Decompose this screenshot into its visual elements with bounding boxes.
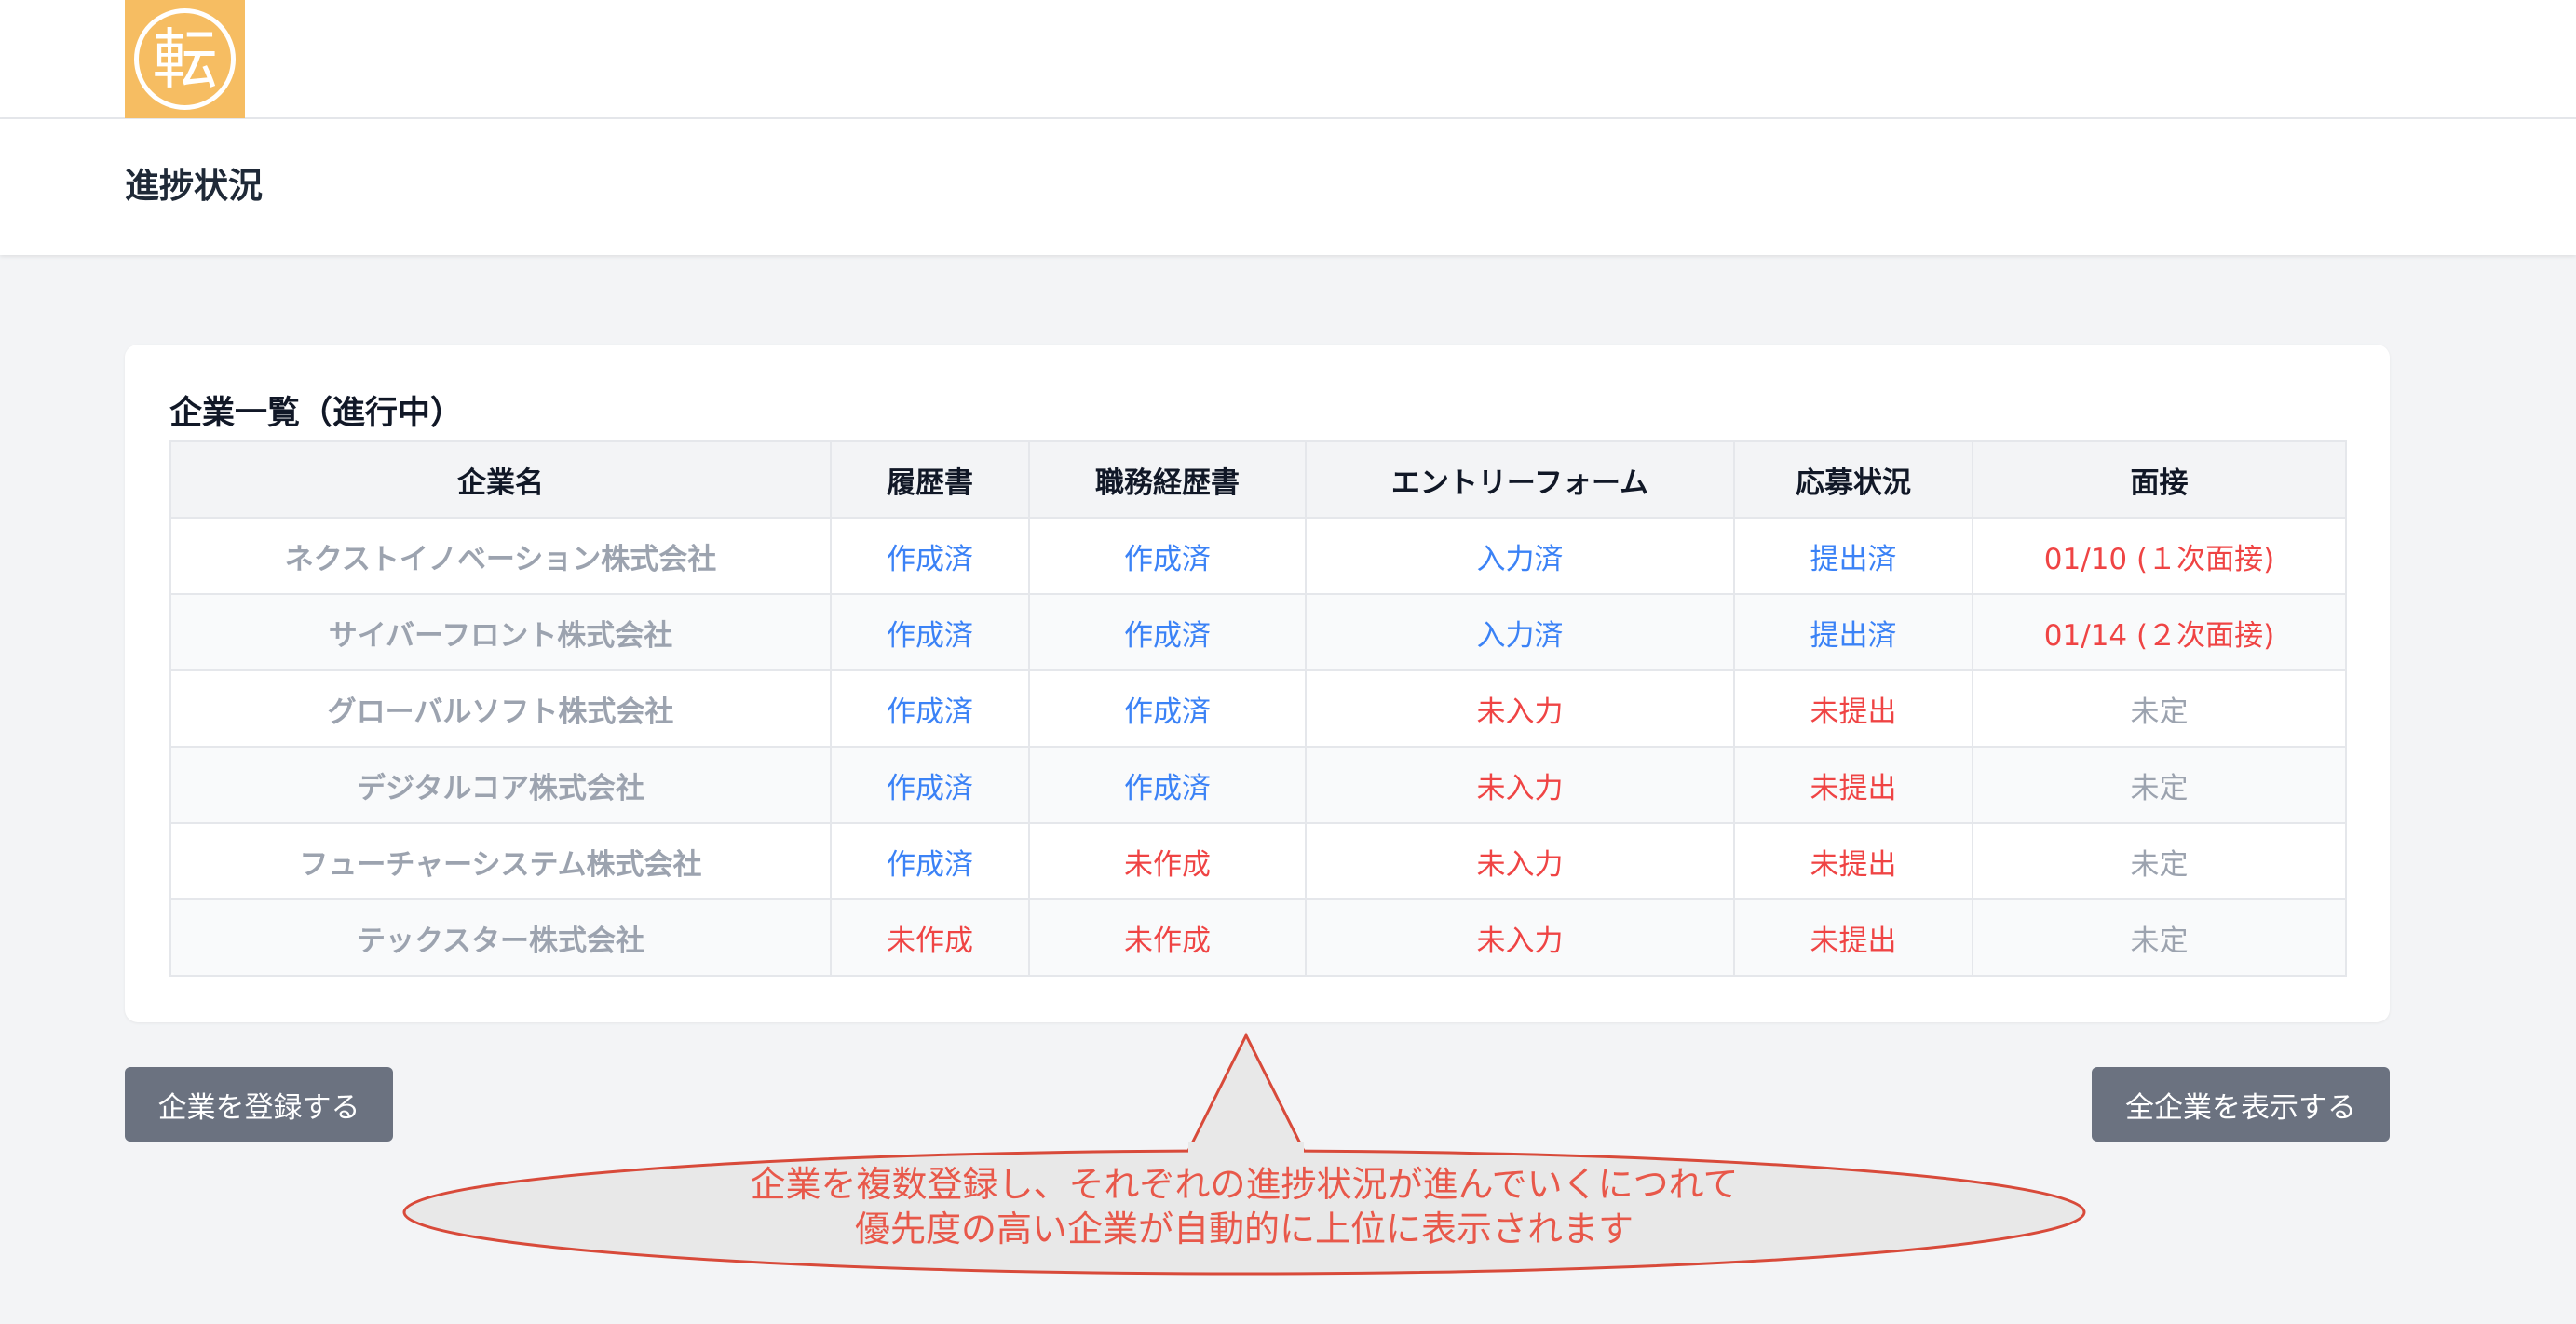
application-status[interactable]: 未提出: [1733, 746, 1973, 824]
company-name[interactable]: グローバルソフト株式会社: [169, 669, 832, 748]
interview-status[interactable]: 01/10 (１次面接): [1972, 517, 2347, 595]
cv-status[interactable]: 作成済: [1028, 746, 1307, 824]
top-navbar: 転: [0, 0, 2576, 119]
resume-status[interactable]: 作成済: [830, 593, 1030, 671]
page-title: 進捗状況: [125, 166, 263, 206]
table-row[interactable]: ネクストイノベーション株式会社 作成済 作成済 入力済 提出済 01/10 (１…: [169, 517, 2347, 595]
interview-status[interactable]: 未定: [1972, 822, 2347, 900]
logo-char: 転: [153, 21, 218, 98]
cv-status[interactable]: 作成済: [1028, 517, 1307, 595]
column-header-interview[interactable]: 面接: [1972, 440, 2347, 519]
callout-pointer: [1185, 1032, 1308, 1155]
logo-icon: 転: [134, 8, 236, 110]
application-status[interactable]: 提出済: [1733, 593, 1973, 671]
resume-status[interactable]: 作成済: [830, 822, 1030, 900]
company-name[interactable]: サイバーフロント株式会社: [169, 593, 832, 671]
cv-status[interactable]: 作成済: [1028, 593, 1307, 671]
resume-status[interactable]: 作成済: [830, 669, 1030, 748]
column-header-cv[interactable]: 職務経歴書: [1028, 440, 1307, 519]
entry-form-status[interactable]: 入力済: [1305, 517, 1735, 595]
resume-status[interactable]: 未作成: [830, 898, 1030, 977]
column-header-company[interactable]: 企業名: [169, 440, 832, 519]
interview-status[interactable]: 01/14 (２次面接): [1972, 593, 2347, 671]
cv-status[interactable]: 未作成: [1028, 822, 1307, 900]
callout-line-1: 企業を複数登録し、それぞれの進捗状況が進んでいくにつれて: [750, 1164, 1739, 1205]
application-status[interactable]: 未提出: [1733, 669, 1973, 748]
table-header-row: 企業名 履歴書 職務経歴書 エントリーフォーム 応募状況 面接: [169, 440, 2347, 519]
card-title: 企業一覧（進行中）: [169, 395, 464, 432]
table-row[interactable]: グローバルソフト株式会社 作成済 作成済 未入力 未提出 未定: [169, 669, 2347, 748]
column-header-application[interactable]: 応募状況: [1733, 440, 1973, 519]
table-row[interactable]: サイバーフロント株式会社 作成済 作成済 入力済 提出済 01/14 (２次面接…: [169, 593, 2347, 671]
company-name[interactable]: ネクストイノベーション株式会社: [169, 517, 832, 595]
column-header-resume[interactable]: 履歴書: [830, 440, 1030, 519]
cv-status[interactable]: 作成済: [1028, 669, 1307, 748]
interview-status[interactable]: 未定: [1972, 669, 2347, 748]
entry-form-status[interactable]: 入力済: [1305, 593, 1735, 671]
entry-form-status[interactable]: 未入力: [1305, 898, 1735, 977]
show-all-companies-button[interactable]: 全企業を表示する: [2092, 1067, 2390, 1142]
company-name[interactable]: テックスター株式会社: [169, 898, 832, 977]
table-row[interactable]: フューチャーシステム株式会社 作成済 未作成 未入力 未提出 未定: [169, 822, 2347, 900]
table-row[interactable]: テックスター株式会社 未作成 未作成 未入力 未提出 未定: [169, 898, 2347, 977]
interview-status[interactable]: 未定: [1972, 746, 2347, 824]
column-header-entry-form[interactable]: エントリーフォーム: [1305, 440, 1735, 519]
app-logo[interactable]: 転: [125, 0, 245, 118]
callout-line-2: 優先度の高い企業が自動的に上位に表示されます: [854, 1209, 1634, 1250]
application-status[interactable]: 提出済: [1733, 517, 1973, 595]
callout-text: 企業を複数登録し、それぞれの進捗状況が進んでいくにつれて 優先度の高い企業が自動…: [400, 1162, 2088, 1251]
application-status[interactable]: 未提出: [1733, 898, 1973, 977]
entry-form-status[interactable]: 未入力: [1305, 822, 1735, 900]
company-name[interactable]: フューチャーシステム株式会社: [169, 822, 832, 900]
register-company-button[interactable]: 企業を登録する: [125, 1067, 393, 1142]
interview-status[interactable]: 未定: [1972, 898, 2347, 977]
companies-table: 企業名 履歴書 職務経歴書 エントリーフォーム 応募状況 面接 ネクストイノベー…: [169, 440, 2347, 977]
resume-status[interactable]: 作成済: [830, 517, 1030, 595]
entry-form-status[interactable]: 未入力: [1305, 669, 1735, 748]
table-row[interactable]: デジタルコア株式会社 作成済 作成済 未入力 未提出 未定: [169, 746, 2347, 824]
resume-status[interactable]: 作成済: [830, 746, 1030, 824]
application-status[interactable]: 未提出: [1733, 822, 1973, 900]
cv-status[interactable]: 未作成: [1028, 898, 1307, 977]
entry-form-status[interactable]: 未入力: [1305, 746, 1735, 824]
page-header: [0, 119, 2576, 255]
company-name[interactable]: デジタルコア株式会社: [169, 746, 832, 824]
